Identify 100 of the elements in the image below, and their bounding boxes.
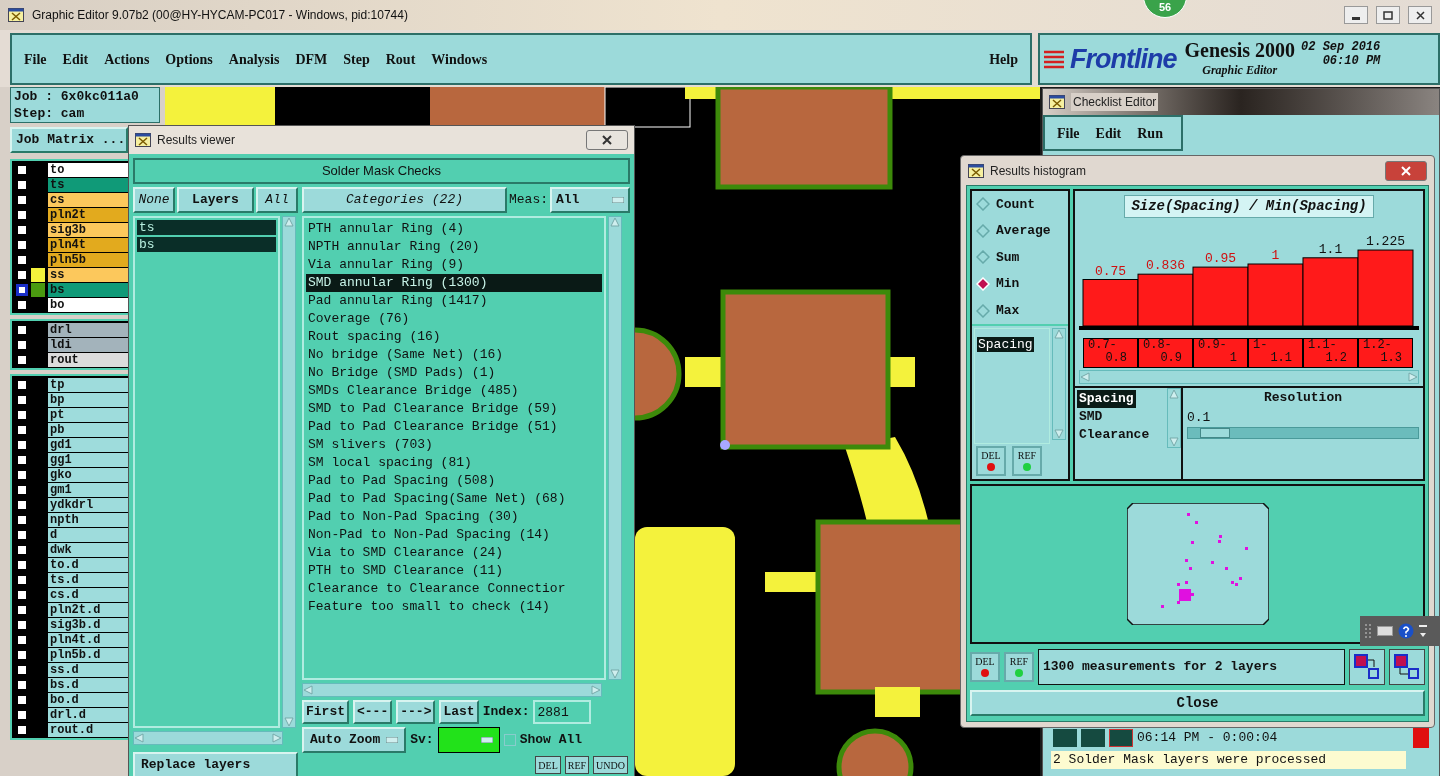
measure-item[interactable]: Spacing	[977, 337, 1034, 352]
layer-name[interactable]: pln5b.d	[48, 647, 128, 662]
layer-filter-button[interactable]: None	[133, 187, 175, 213]
layer-name[interactable]: ss	[48, 267, 128, 282]
job-matrix-button[interactable]: Job Matrix ...	[10, 127, 128, 153]
layer-name[interactable]: drl	[48, 322, 128, 337]
close-button[interactable]: Close	[970, 690, 1425, 716]
color-dropdown[interactable]	[437, 727, 500, 753]
layer-checkbox[interactable]	[16, 558, 28, 571]
menu-item[interactable]: Analysis	[228, 48, 280, 70]
layer-list-item[interactable]: bs	[137, 237, 276, 252]
menu-item[interactable]: Windows	[431, 48, 488, 70]
layer-name[interactable]: pln4t	[48, 237, 128, 252]
layer-name[interactable]: bp	[48, 392, 128, 407]
layer-checkbox[interactable]	[16, 603, 28, 616]
layer-name[interactable]: pln5b	[48, 252, 128, 267]
menu-item[interactable]: DFM	[295, 48, 328, 70]
category-item[interactable]: Pad to Pad Spacing(Same Net) (68)	[306, 490, 602, 508]
layer-name[interactable]: pln4t.d	[48, 632, 128, 647]
tool-button[interactable]: REF	[564, 756, 590, 774]
layer-list-item[interactable]: ts	[137, 220, 276, 235]
layer-name[interactable]: sig3b.d	[48, 617, 128, 632]
layer-name[interactable]: rout	[48, 352, 128, 367]
layer-checkbox[interactable]	[16, 408, 28, 421]
menu-item[interactable]: Rout	[385, 48, 416, 70]
import-button[interactable]	[1389, 649, 1425, 685]
category-item[interactable]: SMD annular Ring (1300)	[306, 274, 602, 292]
delete-button[interactable]: DEL	[970, 652, 1000, 682]
replace-layers-menu[interactable]: Replace layers	[133, 752, 298, 776]
layer-name[interactable]: drl.d	[48, 707, 128, 722]
show-all-checkbox[interactable]	[503, 734, 516, 746]
menu-item[interactable]: File	[1057, 122, 1080, 144]
layer-checkbox[interactable]	[16, 678, 28, 691]
layer-checkbox[interactable]	[16, 498, 28, 511]
navigation-button[interactable]: <---	[353, 700, 393, 724]
layer-checkbox[interactable]	[16, 338, 28, 351]
layer-filter-button[interactable]: All	[256, 187, 298, 213]
close-button[interactable]	[1408, 6, 1432, 24]
layer-checkbox[interactable]	[16, 618, 28, 631]
layer-checkbox[interactable]	[16, 268, 28, 281]
layer-checkbox[interactable]	[16, 573, 28, 586]
index-field[interactable]: 2881	[533, 700, 592, 724]
layer-checkbox[interactable]	[16, 723, 28, 736]
category-item[interactable]: PTH to SMD Clearance (11)	[306, 562, 602, 580]
layer-checkbox[interactable]	[16, 708, 28, 721]
layer-name[interactable]: pb	[48, 422, 128, 437]
vertical-scrollbar[interactable]	[1052, 328, 1066, 440]
vertical-scrollbar[interactable]	[282, 216, 296, 728]
layer-name[interactable]: bs	[48, 282, 128, 297]
layer-name[interactable]: pt	[48, 407, 128, 422]
menu-item[interactable]: Run	[1137, 122, 1163, 144]
menu-item[interactable]: Edit	[1095, 122, 1122, 144]
tool-button[interactable]: UNDO	[593, 756, 628, 774]
layer-checkbox[interactable]	[16, 283, 28, 296]
maximize-button[interactable]	[1376, 6, 1400, 24]
categories-button[interactable]: Categories (22)	[302, 187, 507, 213]
layer-checkbox[interactable]	[16, 353, 28, 366]
layer-name[interactable]: cs	[48, 192, 128, 207]
attribute-item[interactable]: Spacing	[1077, 390, 1136, 408]
category-item[interactable]: SM local spacing (81)	[306, 454, 602, 472]
layer-name[interactable]: bs.d	[48, 677, 128, 692]
category-item[interactable]: NPTH annular Ring (20)	[306, 238, 602, 256]
menu-item[interactable]: Actions	[104, 48, 150, 70]
layer-name[interactable]: ts.d	[48, 572, 128, 587]
layer-checkbox[interactable]	[16, 393, 28, 406]
menu-item[interactable]: Options	[165, 48, 213, 70]
category-item[interactable]: Feature too small to check (14)	[306, 598, 602, 616]
layer-checkbox[interactable]	[16, 193, 28, 206]
radio-button[interactable]	[976, 303, 990, 318]
layer-checkbox[interactable]	[16, 323, 28, 336]
minimize-button[interactable]	[1344, 6, 1368, 24]
layer-name[interactable]: d	[48, 527, 128, 542]
layer-checkbox[interactable]	[16, 543, 28, 556]
category-item[interactable]: Pad annular Ring (1417)	[306, 292, 602, 310]
layer-name[interactable]: gko	[48, 467, 128, 482]
navigation-button[interactable]: First	[302, 700, 349, 724]
layer-name[interactable]: to	[48, 162, 128, 177]
layer-name[interactable]: rout.d	[48, 722, 128, 737]
category-item[interactable]: SMD to Pad Clearance Bridge (59)	[306, 400, 602, 418]
menu-item[interactable]: Edit	[62, 48, 89, 70]
horizontal-scrollbar[interactable]	[1079, 370, 1419, 384]
layer-checkbox[interactable]	[16, 438, 28, 451]
layer-filter-button[interactable]: Layers	[177, 187, 254, 213]
category-item[interactable]: No Bridge (SMD Pads) (1)	[306, 364, 602, 382]
menu-item[interactable]: Step	[343, 48, 370, 70]
category-item[interactable]: SMDs Clearance Bridge (485)	[306, 382, 602, 400]
layer-checkbox[interactable]	[16, 693, 28, 706]
navigation-button[interactable]: --->	[396, 700, 436, 724]
layer-name[interactable]: gm1	[48, 482, 128, 497]
layer-checkbox[interactable]	[16, 648, 28, 661]
resolution-slider[interactable]	[1187, 427, 1419, 439]
layer-name[interactable]: pln2t.d	[48, 602, 128, 617]
vertical-scrollbar[interactable]	[608, 216, 622, 680]
help-menu[interactable]: Help	[989, 48, 1018, 70]
menu-item[interactable]: File	[24, 48, 47, 70]
category-item[interactable]: No bridge (Same Net) (16)	[306, 346, 602, 364]
layer-name[interactable]: npth	[48, 512, 128, 527]
close-button[interactable]	[586, 130, 628, 150]
category-item[interactable]: SM slivers (703)	[306, 436, 602, 454]
horizontal-scrollbar[interactable]	[133, 731, 283, 745]
